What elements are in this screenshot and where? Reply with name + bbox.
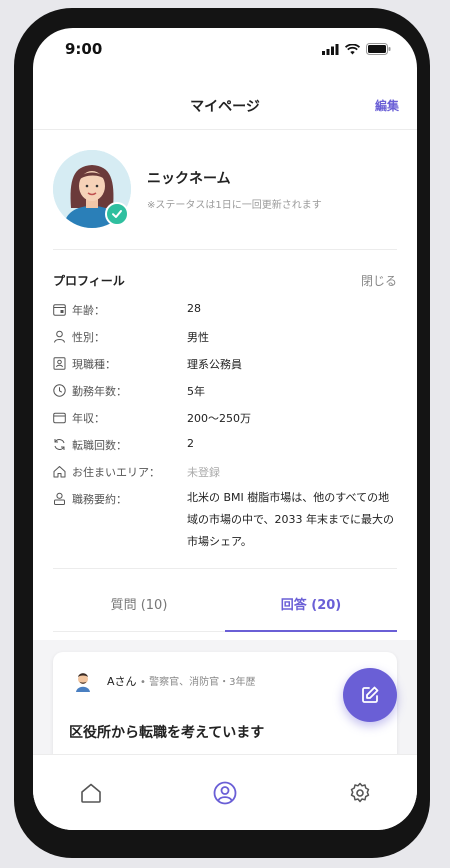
row-label: 現職種： [72,358,116,371]
status-note: ※ステータスは1日に一回更新されます [147,200,322,211]
wallet-icon [53,412,66,424]
status-time: 9:00 [65,40,103,58]
person-icon [54,330,65,343]
id-card-icon [53,357,66,370]
nav-settings[interactable] [338,771,382,815]
row-label: 年収： [72,412,105,425]
section-title: プロフィール [53,274,125,288]
settings-icon [350,782,370,803]
nav-profile[interactable] [203,771,247,815]
card-title: 区役所から転職を考えています [69,725,265,741]
row-value: 2 [187,437,194,450]
tab-questions[interactable]: 質問 (10) [53,594,225,613]
row-value: 28 [187,302,201,315]
signal-icon [322,43,339,55]
app-screen: 9:00 マイページ 編集 ニックネーム ※ステータスは1日に一回更新されます … [33,28,417,830]
row-label: 勤務年数： [72,385,127,398]
row-label: 年齢： [72,304,105,317]
clock-icon [53,384,66,397]
tab-answers[interactable]: 回答 (20) [225,594,397,613]
profile-section-header: プロフィール 閉じる [53,272,397,292]
row-value: 5年 [187,385,205,398]
edit-button[interactable]: 編集 [375,97,399,114]
compose-button[interactable] [343,668,397,722]
page-title: マイページ [190,99,260,115]
wifi-icon [345,43,360,54]
user-summary-icon [54,492,65,505]
home-icon [81,783,101,803]
profile-icon [213,781,237,805]
user-avatar [71,668,95,692]
row-value: 未登録 [187,466,220,479]
row-value: 男性 [187,331,209,344]
close-button[interactable]: 閉じる [361,272,397,289]
battery-icon [366,43,391,55]
verified-badge [105,202,129,226]
check-icon [112,210,122,218]
status-icons [322,43,391,55]
edit-icon [362,686,379,703]
row-label: 性別： [72,331,105,344]
row-label: 職務要約： [72,493,127,506]
row-value: 200〜250万 [187,412,251,425]
nickname: ニックネーム [147,171,231,187]
nav-home[interactable] [69,771,113,815]
home-icon [53,466,66,478]
page-header: マイページ 編集 [33,88,417,130]
status-bar: 9:00 [33,28,417,78]
refresh-icon [54,439,65,450]
row-label: お住まいエリア： [72,466,160,479]
card-user-name: Aさん [107,675,137,688]
qa-tabs: 質問 (10) 回答 (20) [53,584,397,632]
divider [53,568,397,569]
bottom-nav [33,754,417,830]
row-label: 転職回数： [72,439,127,452]
row-value: 北米の BMI 樹脂市場は、他のすべての地域の市場の中で、2033 年末までに最… [187,491,395,548]
calendar-icon [53,304,66,316]
card-user-line: Aさん • 警察官、消防官・3年歴 [107,673,255,689]
row-value: 理系公務員 [187,358,242,371]
card-user-meta: • 警察官、消防官・3年歴 [140,677,256,688]
active-tab-indicator [225,630,397,632]
profile-summary: ニックネーム ※ステータスは1日に一回更新されます [53,150,397,250]
